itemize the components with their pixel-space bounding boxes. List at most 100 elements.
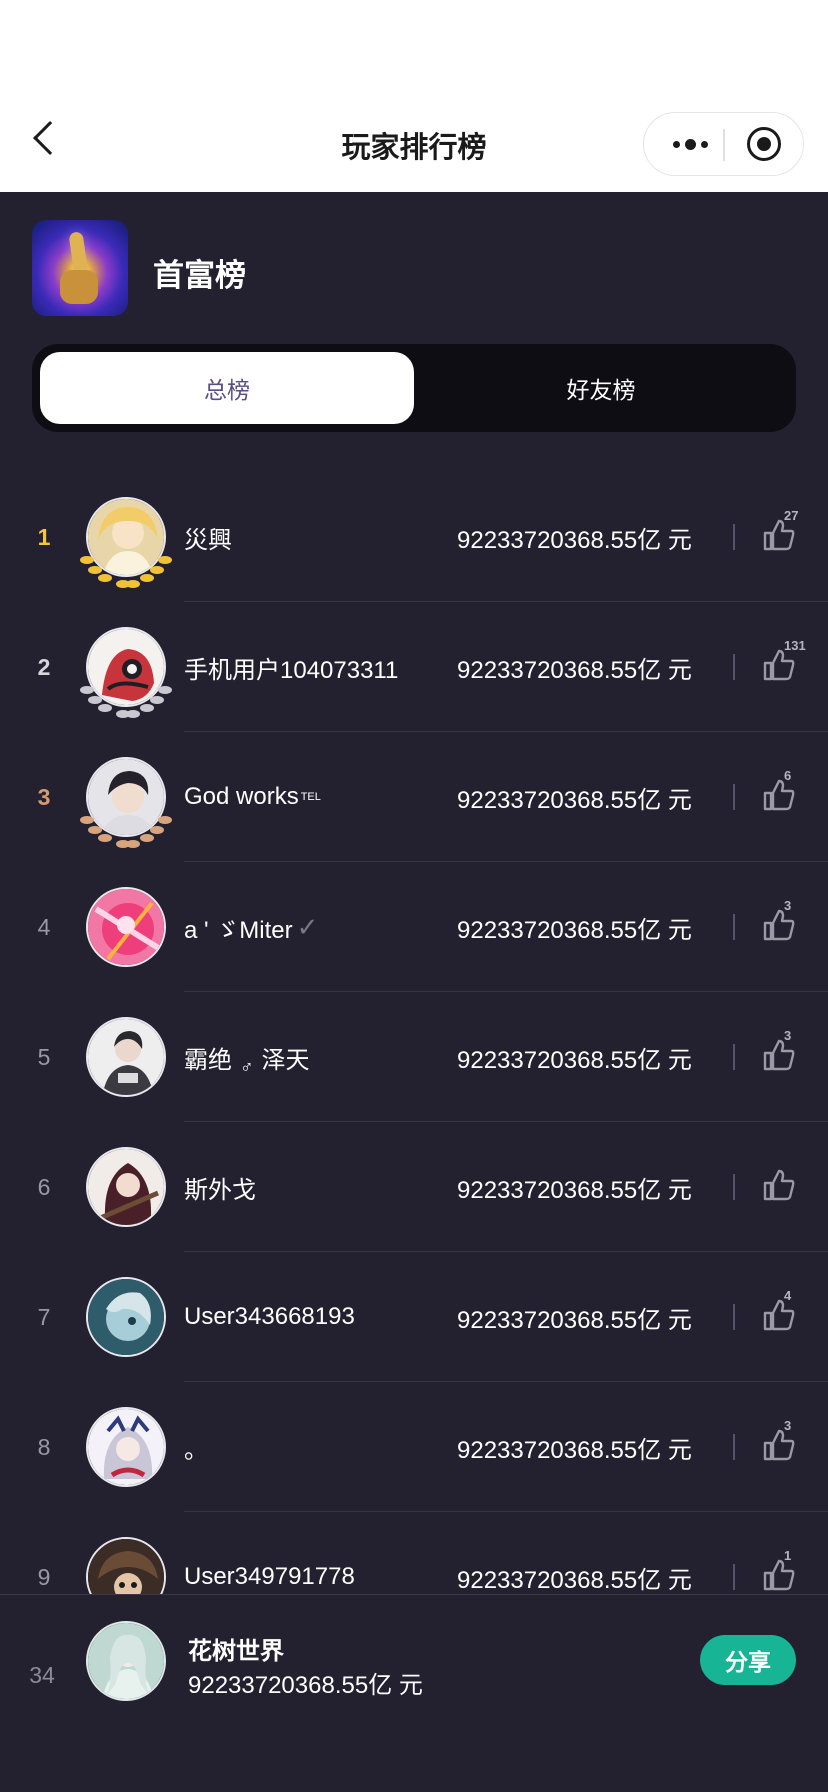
avatar[interactable] — [86, 1147, 166, 1227]
username-text: God works — [184, 783, 299, 810]
username-text: 斯外戈 — [184, 1176, 256, 1204]
medal-laurel-icon — [76, 682, 176, 718]
avatar-image — [88, 1539, 164, 1594]
rank-number: 2 — [37, 653, 51, 680]
avatar-image — [88, 889, 164, 965]
username-text: a ' ゞMiter — [184, 916, 293, 944]
username: User343668193 — [184, 1252, 355, 1382]
avatar[interactable] — [86, 1017, 166, 1097]
username-superscript: TEL — [300, 791, 321, 803]
thumbs-up-icon[interactable] — [762, 1558, 796, 1592]
username-text: User349791778 — [184, 1563, 355, 1590]
laurel-leaf — [150, 826, 164, 834]
rank-number: 4 — [37, 913, 51, 940]
laurel-leaf — [98, 834, 112, 842]
like-count: 3 — [784, 1418, 792, 1433]
more-options-button[interactable] — [666, 113, 714, 175]
more-dot-icon — [700, 140, 708, 148]
ranking-row[interactable]: 3 God works TEL 92233720368.55亿 元 6 — [0, 732, 828, 862]
ranking-tabs: 总榜 好友榜 — [32, 344, 796, 432]
laurel-leaf — [140, 704, 154, 712]
ranking-row[interactable]: 8 。 92233720368.55亿 元 3 — [0, 1382, 828, 1512]
medal-laurel-icon — [76, 552, 176, 588]
share-button[interactable]: 分享 — [700, 1635, 796, 1685]
avatar[interactable] — [86, 1407, 166, 1487]
like-count: 131 — [784, 638, 806, 653]
ranking-row[interactable]: 5 霸绝 ♂ 泽天 92233720368.55亿 元 3 — [0, 992, 828, 1122]
laurel-leaf — [140, 574, 154, 582]
avatar[interactable] — [86, 1537, 166, 1594]
more-dot-icon — [672, 140, 680, 148]
thumbs-up-icon[interactable] — [762, 778, 796, 812]
like-count: 27 — [784, 508, 799, 523]
rank-number: 6 — [37, 1173, 51, 1200]
thumbs-up-icon[interactable] — [762, 1428, 796, 1462]
avatar[interactable] — [86, 1277, 166, 1357]
wealth-amount: 92233720368.55亿 元 — [457, 1306, 692, 1334]
wealth-amount: 92233720368.55亿 元 — [457, 786, 692, 814]
capsule-divider — [723, 129, 725, 161]
wealth-amount: 92233720368.55亿 元 — [457, 1046, 692, 1074]
rich-list-icon — [32, 220, 128, 316]
laurel-leaf — [126, 710, 140, 718]
thumbs-up-icon[interactable] — [762, 1038, 796, 1072]
close-program-button[interactable] — [747, 127, 781, 161]
username-text: 霸绝 — [184, 1046, 232, 1074]
laurel-leaf — [98, 574, 112, 582]
thumbs-up-icon[interactable] — [762, 1168, 796, 1202]
tab-friends[interactable]: 好友榜 — [414, 352, 788, 424]
ranking-row[interactable]: 1 災興 92233720368.55亿 元 27 — [0, 472, 828, 602]
rank-number: 8 — [37, 1433, 51, 1460]
laurel-leaf — [140, 834, 154, 842]
wealth-amount: 92233720368.55亿 元 — [457, 916, 692, 944]
username: God works TEL — [184, 732, 321, 862]
ranking-row[interactable]: 4 a ' ゞMiter ✓ 92233720368.55亿 元 3 — [0, 862, 828, 992]
wealth-amount: 92233720368.55亿 元 — [457, 656, 692, 684]
board-title: 首富榜 — [153, 258, 246, 293]
more-dot-icon — [684, 138, 696, 150]
laurel-leaf — [80, 556, 94, 564]
like-count: 1 — [784, 1548, 792, 1563]
username: User349791778 — [184, 1512, 355, 1594]
avatar-image — [88, 1409, 164, 1485]
thumbs-up-icon[interactable] — [762, 1298, 796, 1332]
username-text: User343668193 — [184, 1303, 355, 1330]
thumbs-up-icon[interactable] — [762, 518, 796, 552]
username-text: 。 — [184, 1436, 208, 1464]
row-divider — [733, 1564, 735, 1590]
row-divider — [733, 1044, 735, 1070]
ranking-list[interactable]: 1 災興 92233720368.55亿 元 27 2 手机用户104073311 9223… — [0, 472, 828, 1594]
like-count: 3 — [784, 1028, 792, 1043]
tab-overall[interactable]: 总榜 — [40, 352, 414, 424]
username: a ' ゞMiter ✓ — [184, 862, 318, 992]
username-text: 災興 — [184, 526, 232, 554]
thumbs-up-icon[interactable] — [762, 908, 796, 942]
my-avatar[interactable] — [86, 1621, 166, 1701]
username: 斯外戈 — [184, 1122, 256, 1252]
laurel-leaf — [150, 566, 164, 574]
laurel-leaf — [98, 704, 112, 712]
row-divider — [733, 914, 735, 940]
ranking-row[interactable]: 7 User343668193 92233720368.55亿 元 4 — [0, 1252, 828, 1382]
my-username: 花树世界 — [188, 1638, 284, 1665]
avatar-image — [88, 1019, 164, 1095]
ranking-row[interactable]: 2 手机用户104073311 92233720368.55亿 元 131 — [0, 602, 828, 732]
row-divider — [733, 1434, 735, 1460]
male-symbol-icon: ♂ — [240, 1056, 254, 1077]
wealth-amount: 92233720368.55亿 元 — [457, 1436, 692, 1464]
laurel-leaf — [158, 816, 172, 824]
laurel-leaf — [88, 696, 102, 704]
ranking-row[interactable]: 9 User349791778 92233720368.55亿 元 1 — [0, 1512, 828, 1594]
row-divider — [733, 654, 735, 680]
username-text: 手机用户104073311 — [184, 656, 399, 684]
top-navigation-bar: 玩家排行榜 — [0, 0, 828, 192]
laurel-leaf — [80, 816, 94, 824]
avatar[interactable] — [86, 887, 166, 967]
username-tail-text: 泽天 — [261, 1046, 310, 1074]
laurel-leaf — [80, 686, 94, 694]
username: 。 — [184, 1382, 208, 1512]
wealth-amount: 92233720368.55亿 元 — [457, 1566, 692, 1594]
thumbs-up-icon[interactable] — [762, 648, 796, 682]
ranking-row[interactable]: 6 斯外戈 92233720368.55亿 元 — [0, 1122, 828, 1252]
row-divider — [733, 1174, 735, 1200]
